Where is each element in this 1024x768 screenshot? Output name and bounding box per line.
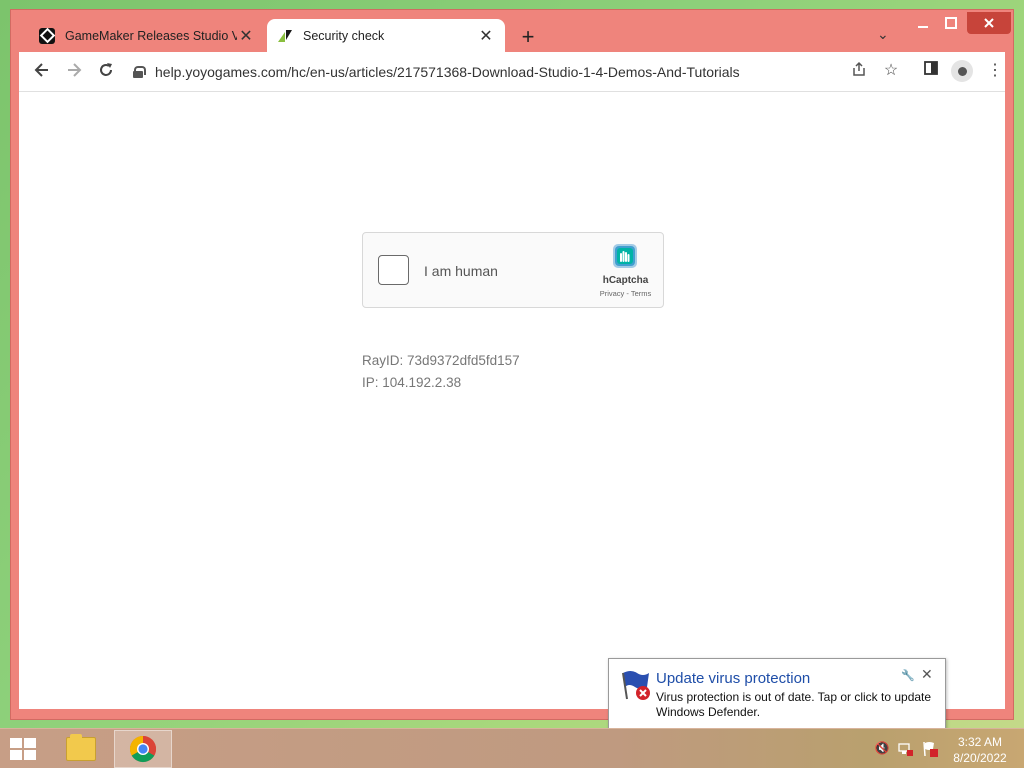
tab-title: Security check	[303, 28, 385, 43]
system-clock[interactable]: 3:32 AM 8/20/2022	[944, 734, 1016, 766]
captcha-label: I am human	[424, 263, 498, 279]
network-icon[interactable]	[898, 741, 914, 757]
url-text: help.yoyogames.com/hc/en-us/articles/217…	[155, 64, 740, 80]
security-info: RayID: 73d9372dfd5fd157 IP: 104.192.2.38	[362, 350, 520, 394]
notification-settings-icon[interactable]: 🔧	[901, 669, 915, 682]
hcaptcha-brand: hCaptcha	[602, 275, 649, 286]
tab-gamemaker[interactable]: GameMaker Releases Studio Vers ✕	[29, 19, 265, 52]
tab-security-check[interactable]: Security check ✕	[267, 19, 505, 52]
notification-close-icon[interactable]: ✕	[921, 666, 933, 683]
menu-kebab-icon[interactable]: ⋮	[985, 61, 1005, 81]
close-window-button[interactable]	[967, 12, 1011, 34]
human-checkbox[interactable]	[378, 255, 409, 285]
defender-notification[interactable]: Update virus protection Virus protection…	[608, 658, 946, 729]
clock-time: 3:32 AM	[957, 735, 1003, 749]
start-windows-icon[interactable]	[10, 738, 38, 762]
privacy-terms-links[interactable]: Privacy - Terms	[588, 289, 663, 298]
browser-window: GameMaker Releases Studio Vers ✕ Securit…	[10, 9, 1014, 720]
speaker-muted-icon[interactable]: 🔇	[874, 741, 890, 757]
tab-close-icon[interactable]: ✕	[237, 26, 255, 46]
reload-icon[interactable]	[95, 61, 117, 83]
clock-date: 8/20/2022	[953, 751, 1007, 765]
tab-search-chevron-icon[interactable]: ⌄	[877, 26, 889, 43]
profile-avatar-icon[interactable]	[951, 60, 973, 82]
browser-toolbar: help.yoyogames.com/hc/en-us/articles/217…	[19, 52, 1005, 91]
bookmark-star-icon[interactable]: ☆	[881, 61, 901, 81]
forward-arrow-icon[interactable]	[63, 61, 85, 83]
tab-close-icon[interactable]: ✕	[477, 26, 495, 46]
ray-id: RayID: 73d9372dfd5fd157	[362, 353, 520, 368]
back-arrow-icon[interactable]	[31, 61, 53, 83]
gamemaker-icon	[39, 27, 55, 44]
zendesk-icon	[277, 28, 293, 44]
file-explorer-icon[interactable]	[52, 730, 110, 768]
action-center-flag-icon	[619, 669, 653, 701]
new-tab-button[interactable]: +	[517, 24, 539, 50]
maximize-button[interactable]	[937, 12, 965, 34]
minimize-button[interactable]	[909, 12, 937, 34]
share-icon[interactable]	[849, 61, 869, 81]
hcaptcha-widget: I am human hCaptcha Privacy - Terms	[362, 232, 664, 308]
chrome-icon[interactable]	[114, 730, 172, 768]
lock-icon[interactable]	[133, 66, 146, 78]
page-content: I am human hCaptcha Privacy - Terms RayI…	[19, 91, 1005, 709]
side-panel-icon[interactable]	[921, 61, 941, 81]
hcaptcha-logo-icon[interactable]	[610, 241, 640, 271]
ip-address: IP: 104.192.2.38	[362, 375, 462, 390]
address-bar[interactable]: help.yoyogames.com/hc/en-us/articles/217…	[127, 57, 747, 87]
action-center-alert-icon[interactable]	[922, 741, 938, 757]
notification-body: Virus protection is out of date. Tap or …	[656, 690, 932, 719]
taskbar: 🔇 3:32 AM 8/20/2022	[0, 728, 1024, 768]
tab-strip: GameMaker Releases Studio Vers ✕ Securit…	[11, 10, 1013, 52]
notification-title: Update virus protection	[656, 670, 811, 687]
tab-title: GameMaker Releases Studio Vers	[65, 28, 237, 43]
